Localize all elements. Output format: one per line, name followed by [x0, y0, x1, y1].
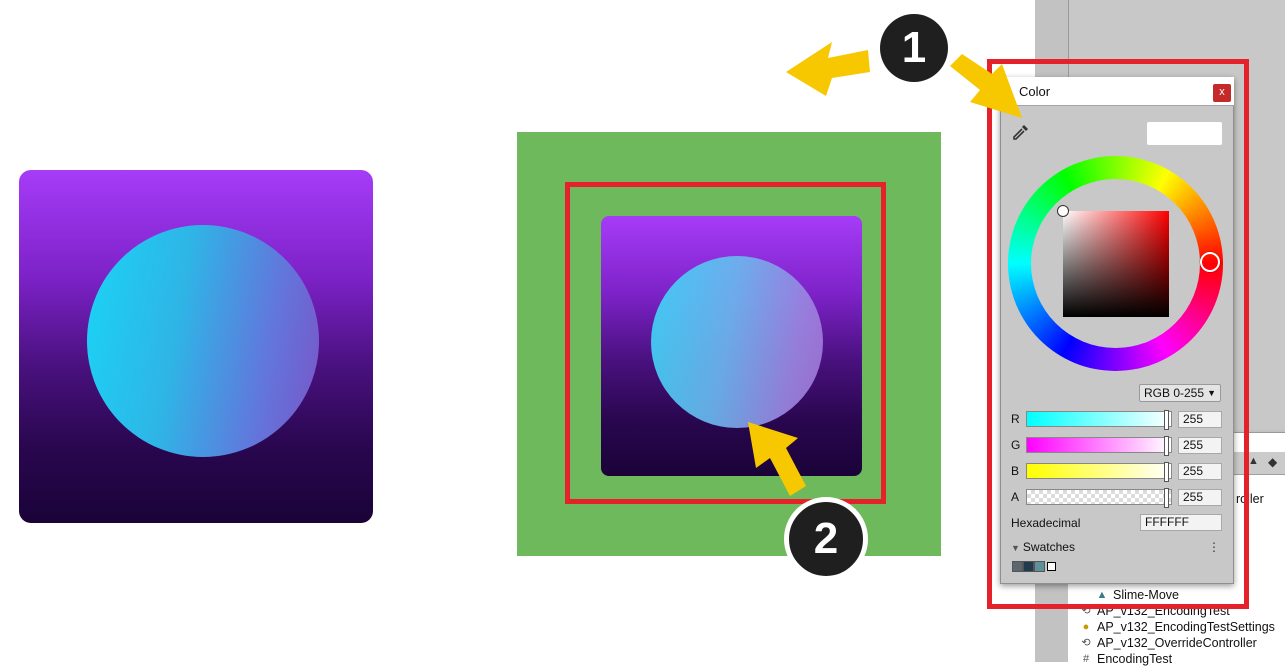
filter-icon[interactable]: ▲ [1248, 455, 1259, 467]
tree-item-encoding-settings[interactable]: ● AP_v132_EncodingTestSettings [1080, 620, 1275, 634]
step-marker-1: 1 [880, 14, 948, 82]
script-icon: # [1082, 653, 1090, 665]
settings-icon: ● [1082, 621, 1090, 633]
tag-icon[interactable]: ◆ [1268, 455, 1277, 469]
tree-item-encoding-test-script[interactable]: # EncodingTest [1080, 652, 1172, 666]
highlight-box-color-window [987, 59, 1249, 609]
icon-circle [87, 225, 319, 457]
highlight-box-image [565, 182, 886, 504]
tree-item-label: AP_v132_OverrideController [1097, 636, 1257, 650]
arrow-left-icon [786, 42, 870, 96]
tree-item-label: AP_v132_EncodingTestSettings [1097, 620, 1275, 634]
override-controller-icon: ⟲ [1081, 637, 1091, 649]
arrow-down-right-icon [950, 54, 1022, 118]
step-marker-2: 2 [784, 497, 868, 581]
arrow-up-left-icon [748, 422, 806, 496]
tree-item-override-controller[interactable]: ⟲ AP_v132_OverrideController [1080, 636, 1257, 650]
app-icon-original [19, 170, 373, 523]
tree-item-label: EncodingTest [1097, 652, 1173, 666]
